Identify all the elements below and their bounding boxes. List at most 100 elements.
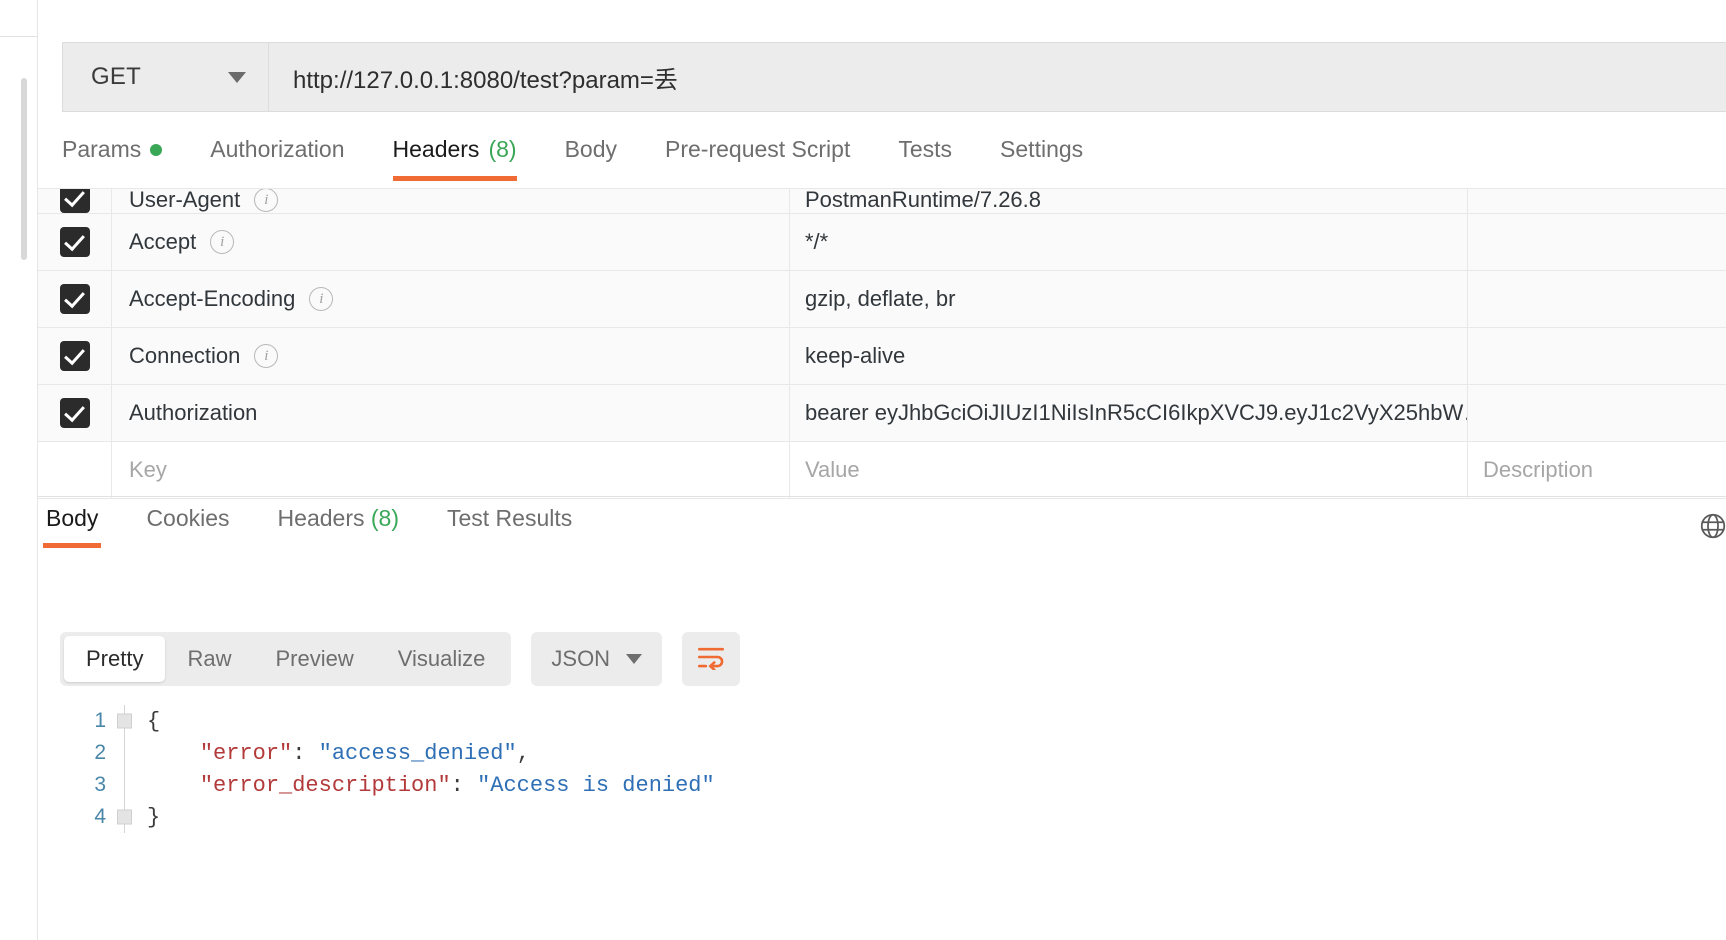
response-tab-label: Cookies bbox=[146, 505, 230, 531]
fold-marker-icon[interactable] bbox=[117, 713, 132, 729]
response-tab-label: Headers bbox=[277, 505, 365, 531]
request-tab-tests[interactable]: Tests bbox=[898, 136, 952, 181]
code-token: : bbox=[450, 772, 478, 798]
response-tab-headers[interactable]: Headers (8) bbox=[275, 505, 402, 548]
body-format-label: JSON bbox=[551, 646, 611, 671]
header-value-cell[interactable]: keep-alive bbox=[790, 328, 1468, 384]
body-format-dropdown[interactable]: JSON bbox=[531, 632, 663, 686]
code-token: } bbox=[147, 804, 161, 830]
header-value-cell[interactable]: bearer eyJhbGciOiJIUzI1NiIsInR5cCI6IkpXV… bbox=[790, 385, 1468, 441]
new-header-value-input-text: Value bbox=[805, 457, 860, 482]
header-enabled-checkbox[interactable] bbox=[38, 328, 112, 384]
request-tab-headers[interactable]: Headers (8) bbox=[392, 136, 517, 181]
table-row: Accept-Encoding i gzip, deflate, br bbox=[38, 271, 1726, 328]
url-bar: GET http://127.0.0.1:8080/test?param=丢 bbox=[62, 42, 1726, 112]
code-line-text: { bbox=[139, 709, 160, 734]
header-description-cell[interactable] bbox=[1468, 385, 1726, 441]
request-tab-params[interactable]: Params bbox=[62, 136, 163, 181]
body-view-visualize[interactable]: Visualize bbox=[376, 636, 508, 682]
response-tab-label: Test Results bbox=[446, 505, 573, 531]
response-tab-label: Body bbox=[46, 505, 99, 531]
headers-table: User-Agent i PostmanRuntime/7.26.8 Accept i *… bbox=[38, 188, 1726, 499]
info-icon[interactable]: i bbox=[254, 189, 279, 212]
left-rail bbox=[0, 0, 38, 940]
header-key-cell[interactable]: Accept i bbox=[112, 214, 790, 270]
header-value-cell-text: keep-alive bbox=[805, 343, 906, 368]
url-input[interactable]: http://127.0.0.1:8080/test?param=丢 bbox=[269, 43, 1726, 111]
new-header-value-input[interactable]: Value bbox=[790, 442, 1468, 498]
response-status-area: Status: 403 F bbox=[1698, 511, 1726, 546]
info-icon[interactable]: i bbox=[254, 344, 279, 368]
code-token: , bbox=[516, 740, 530, 766]
header-key-cell-text: User-Agent bbox=[129, 189, 241, 212]
body-view-preview[interactable]: Preview bbox=[253, 636, 375, 682]
table-row: User-Agent i PostmanRuntime/7.26.8 bbox=[38, 189, 1726, 214]
request-tab-authorization[interactable]: Authorization bbox=[210, 136, 344, 181]
header-enabled-checkbox[interactable] bbox=[38, 442, 112, 498]
code-fold-gutter bbox=[124, 769, 139, 801]
request-tab-label: Tests bbox=[898, 136, 953, 162]
header-enabled-checkbox[interactable] bbox=[38, 271, 112, 327]
line-number: 2 bbox=[94, 741, 106, 764]
http-method-dropdown[interactable]: GET bbox=[63, 43, 269, 111]
header-description-cell[interactable] bbox=[1468, 328, 1726, 384]
sidebar-scrollbar[interactable] bbox=[21, 78, 27, 260]
header-enabled-checkbox[interactable] bbox=[38, 189, 112, 213]
request-tab-pre-request-script[interactable]: Pre-request Script bbox=[665, 136, 850, 181]
new-header-description-input[interactable]: Description bbox=[1468, 442, 1726, 498]
code-line: 2 "error": "access_denied", bbox=[60, 737, 1726, 769]
header-key-cell[interactable]: Authorization bbox=[112, 385, 790, 441]
request-tab-settings[interactable]: Settings bbox=[1000, 136, 1083, 181]
response-tab-bar: Body Cookies Headers (8) Test Results Statu… bbox=[38, 496, 1726, 558]
response-tabs: Body Cookies Headers (8) Test Results bbox=[43, 505, 617, 548]
header-key-cell[interactable]: Connection i bbox=[112, 328, 790, 384]
checkbox-checked-icon bbox=[59, 227, 90, 257]
table-row-new-entry: Key Value Description bbox=[38, 442, 1726, 499]
header-value-cell-text: PostmanRuntime/7.26.8 bbox=[805, 189, 1042, 212]
header-description-cell[interactable] bbox=[1468, 214, 1726, 270]
header-value-cell[interactable]: */* bbox=[790, 214, 1468, 270]
header-value-cell[interactable]: gzip, deflate, br bbox=[790, 271, 1468, 327]
code-token: : bbox=[292, 740, 319, 766]
header-value-cell-text: gzip, deflate, br bbox=[805, 286, 956, 311]
request-tab-label: Headers bbox=[392, 136, 480, 162]
info-icon[interactable]: i bbox=[309, 287, 334, 311]
header-key-cell[interactable]: User-Agent i bbox=[112, 189, 790, 213]
left-rail-header-divider bbox=[0, 0, 38, 37]
response-tab-cookies[interactable]: Cookies bbox=[143, 505, 232, 548]
request-tab-body[interactable]: Body bbox=[565, 136, 617, 181]
checkbox-checked-icon bbox=[59, 189, 90, 213]
body-view-raw[interactable]: Raw bbox=[165, 636, 253, 682]
code-line-text: "error": "access_denied", bbox=[139, 741, 530, 766]
info-icon[interactable]: i bbox=[210, 230, 235, 254]
header-enabled-checkbox[interactable] bbox=[38, 385, 112, 441]
new-header-key-input[interactable]: Key bbox=[112, 442, 790, 498]
request-tab-label: Settings bbox=[1000, 136, 1084, 162]
globe-icon[interactable] bbox=[1698, 511, 1726, 546]
body-view-pretty[interactable]: Pretty bbox=[64, 636, 166, 682]
header-value-cell-text: bearer eyJhbGciOiJIUzI1NiIsInR5cCI6IkpXV… bbox=[805, 400, 1468, 425]
fold-marker-icon[interactable] bbox=[117, 809, 132, 825]
response-body-code[interactable]: 1{2 "error": "access_denied", 3 "error_de… bbox=[60, 705, 1726, 833]
response-tab-test-results[interactable]: Test Results bbox=[444, 505, 575, 548]
header-value-cell-text: */* bbox=[805, 229, 829, 254]
line-number: 1 bbox=[94, 709, 106, 732]
new-header-key-input-text: Key bbox=[129, 457, 167, 482]
text-wrap-toggle[interactable] bbox=[682, 632, 741, 686]
header-description-cell[interactable] bbox=[1468, 271, 1726, 327]
header-key-cell-text: Connection bbox=[129, 343, 241, 368]
header-enabled-checkbox[interactable] bbox=[38, 214, 112, 270]
postman-request-response-view: GET http://127.0.0.1:8080/test?param=丢 P… bbox=[0, 0, 1726, 940]
header-key-cell-text: Accept-Encoding bbox=[129, 286, 296, 311]
request-tab-label: Params bbox=[62, 136, 142, 162]
code-line: 3 "error_description": "Access is denied… bbox=[60, 769, 1726, 801]
line-number: 4 bbox=[94, 805, 106, 828]
response-tab-body[interactable]: Body bbox=[43, 505, 102, 548]
response-tab-count: (8) bbox=[364, 505, 399, 531]
checkbox-checked-icon bbox=[59, 284, 90, 314]
code-token: "error_description" bbox=[199, 772, 451, 798]
line-number: 3 bbox=[94, 773, 106, 796]
header-value-cell[interactable]: PostmanRuntime/7.26.8 bbox=[790, 189, 1468, 213]
table-row: Accept i */* bbox=[38, 214, 1726, 271]
header-key-cell[interactable]: Accept-Encoding i bbox=[112, 271, 790, 327]
